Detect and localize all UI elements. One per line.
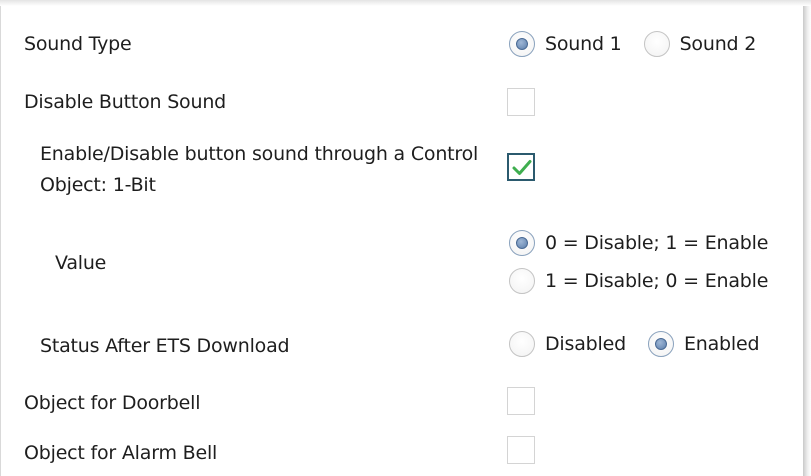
radio-label: Disabled [545, 333, 626, 355]
radio-label: Enabled [683, 333, 760, 355]
radio-button-selected[interactable] [509, 230, 535, 256]
value-option-0-disable-1-enable[interactable]: 0 = Disable; 1 = Enable [509, 228, 768, 258]
status-option-enabled[interactable]: Enabled [647, 329, 760, 359]
disable-button-sound-checkbox[interactable] [507, 88, 535, 116]
radio-button[interactable] [509, 268, 535, 294]
sound-type-row: Sound Type Sound 1 Sound 2 [1, 27, 804, 61]
enable-disable-control-object-row: Enable/Disable button sound through a Co… [1, 139, 804, 205]
radio-button[interactable] [643, 31, 670, 57]
sound-type-option-sound-1[interactable]: Sound 1 [509, 29, 622, 59]
value-option-1-disable-0-enable[interactable]: 1 = Disable; 0 = Enable [509, 266, 768, 296]
value-row: Value 0 = Disable; 1 = Enable 1 = Disabl… [1, 227, 804, 299]
object-for-alarm-bell-checkbox[interactable] [507, 436, 535, 464]
sound-type-label: Sound Type [24, 33, 132, 55]
object-for-alarm-bell-label: Object for Alarm Bell [24, 442, 218, 464]
disable-button-sound-label: Disable Button Sound [24, 91, 227, 113]
sound-type-option-sound-2[interactable]: Sound 2 [643, 29, 757, 59]
enable-disable-control-object-checkbox[interactable] [507, 153, 535, 181]
status-after-ets-download-label: Status After ETS Download [40, 335, 290, 357]
radio-button-selected[interactable] [647, 331, 674, 357]
object-for-doorbell-row: Object for Doorbell [1, 386, 804, 420]
object-for-alarm-bell-row: Object for Alarm Bell [1, 434, 804, 468]
radio-button[interactable] [509, 331, 535, 357]
status-option-disabled[interactable]: Disabled [509, 329, 626, 359]
radio-label: 1 = Disable; 0 = Enable [545, 270, 769, 292]
status-after-ets-download-radio-group: Disabled Enabled [509, 329, 760, 359]
value-radio-group: 0 = Disable; 1 = Enable 1 = Disable; 0 =… [509, 228, 768, 304]
disable-button-sound-row: Disable Button Sound [1, 85, 804, 119]
checkmark-icon [512, 160, 532, 175]
status-after-ets-download-row: Status After ETS Download Disabled Enabl… [1, 327, 804, 361]
value-label: Value [55, 252, 107, 274]
panel-right-shadow [803, 6, 811, 476]
object-for-doorbell-checkbox[interactable] [507, 387, 535, 415]
parameter-panel: Sound Type Sound 1 Sound 2 Disable Butto… [0, 0, 803, 476]
radio-label: Sound 2 [679, 33, 757, 55]
radio-label: Sound 1 [545, 33, 622, 55]
sound-type-radio-group: Sound 1 Sound 2 [509, 29, 756, 59]
radio-button-selected[interactable] [509, 31, 535, 57]
enable-disable-control-object-label: Enable/Disable button sound through a Co… [40, 143, 479, 196]
radio-label: 0 = Disable; 1 = Enable [545, 232, 769, 254]
object-for-doorbell-label: Object for Doorbell [24, 392, 201, 414]
